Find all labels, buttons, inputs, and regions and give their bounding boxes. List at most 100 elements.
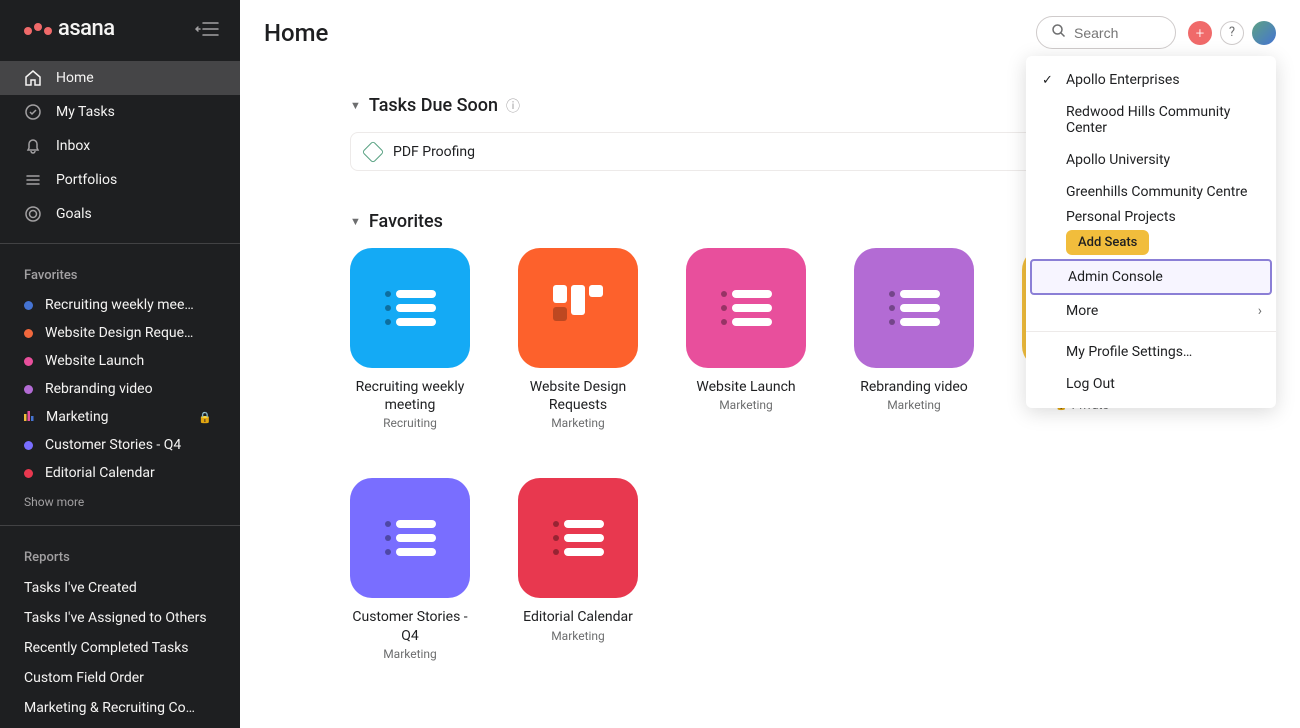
logo-text: asana xyxy=(58,16,115,41)
section-title: Tasks Due Soon xyxy=(369,95,498,116)
report-item[interactable]: Tasks I've Assigned to Others xyxy=(0,603,240,633)
task-complete-icon[interactable] xyxy=(362,140,385,163)
project-sub: Marketing xyxy=(551,629,605,643)
nav-my-tasks[interactable]: My Tasks xyxy=(0,95,240,129)
favorites-header: Favorites xyxy=(0,252,240,291)
divider xyxy=(0,243,240,244)
favorite-item[interactable]: Editorial Calendar xyxy=(0,459,240,487)
project-tile xyxy=(350,478,470,598)
admin-console-item[interactable]: Admin Console xyxy=(1030,259,1272,295)
favorite-item[interactable]: Rebranding video xyxy=(0,375,240,403)
section-title: Favorites xyxy=(369,211,443,232)
nav-label: Inbox xyxy=(56,138,90,154)
report-item[interactable]: Recently Completed Tasks xyxy=(0,633,240,663)
report-item[interactable]: Tasks I've Created xyxy=(0,573,240,603)
task-name: PDF Proofing xyxy=(393,144,1065,160)
lock-icon: 🔒 xyxy=(198,411,216,424)
primary-nav: Home My Tasks Inbox Portfolios Goals xyxy=(0,57,240,235)
bell-icon xyxy=(24,137,42,155)
reports-list: Tasks I've Created Tasks I've Assigned t… xyxy=(0,573,240,723)
project-sub: Recruiting xyxy=(383,416,437,430)
nav-goals[interactable]: Goals xyxy=(0,197,240,231)
divider xyxy=(1026,331,1276,332)
project-sub: Marketing xyxy=(887,398,941,412)
main: Home + ? ▼ Tasks Due Soon ⓘ xyxy=(240,0,1300,728)
dot-icon xyxy=(24,469,33,478)
project-name: Editorial Calendar xyxy=(523,608,633,626)
dot-icon xyxy=(24,301,33,310)
dot-icon xyxy=(24,329,33,338)
workspace-item[interactable]: Personal Projects xyxy=(1026,208,1276,226)
project-tile xyxy=(518,248,638,368)
show-more-button[interactable]: Show more xyxy=(0,487,240,517)
target-icon xyxy=(24,205,42,223)
favorite-item[interactable]: Customer Stories - Q4 xyxy=(0,431,240,459)
project-tile xyxy=(854,248,974,368)
project-tile xyxy=(350,248,470,368)
dot-icon xyxy=(24,385,33,394)
favorites-list: Recruiting weekly mee… Website Design Re… xyxy=(0,291,240,487)
project-sub: Marketing xyxy=(383,647,437,661)
nav-label: Goals xyxy=(56,206,92,222)
info-icon[interactable]: ⓘ xyxy=(506,96,520,116)
workspace-item[interactable]: Redwood Hills Community Center xyxy=(1026,96,1276,144)
divider xyxy=(0,525,240,526)
project-sub: Marketing xyxy=(719,398,773,412)
project-card[interactable]: Website Design Requests Marketing xyxy=(518,248,638,430)
nav-label: Home xyxy=(56,70,94,86)
nav-portfolios[interactable]: Portfolios xyxy=(0,163,240,197)
reports-header: Reports xyxy=(0,534,240,573)
favorite-item[interactable]: Marketing 🔒 xyxy=(0,403,240,431)
search-input[interactable] xyxy=(1074,25,1154,41)
project-card[interactable]: Editorial Calendar Marketing xyxy=(518,478,638,660)
project-tile xyxy=(518,478,638,598)
caret-down-icon: ▼ xyxy=(350,215,361,228)
more-item[interactable]: More › xyxy=(1026,295,1276,327)
search-box[interactable] xyxy=(1036,16,1176,49)
profile-settings-item[interactable]: My Profile Settings… xyxy=(1026,336,1276,368)
favorite-item[interactable]: Website Launch xyxy=(0,347,240,375)
nav-label: Portfolios xyxy=(56,172,117,188)
dot-icon xyxy=(24,357,33,366)
report-item[interactable]: Marketing & Recruiting Co… xyxy=(0,693,240,723)
nav-home[interactable]: Home xyxy=(0,61,240,95)
help-button[interactable]: ? xyxy=(1220,21,1244,45)
log-out-item[interactable]: Log Out xyxy=(1026,368,1276,400)
project-name: Website Design Requests xyxy=(518,378,638,414)
project-name: Rebranding video xyxy=(860,378,968,396)
project-card[interactable]: Rebranding video Marketing xyxy=(854,248,974,430)
sidebar-header: asana xyxy=(0,0,240,57)
bars-icon xyxy=(24,171,42,189)
project-card[interactable]: Recruiting weekly meeting Recruiting xyxy=(350,248,470,430)
topbar-actions: + ? xyxy=(1188,21,1276,45)
favorite-item[interactable]: Recruiting weekly mee… xyxy=(0,291,240,319)
caret-down-icon: ▼ xyxy=(350,99,361,112)
project-name: Website Launch xyxy=(696,378,795,396)
chevron-right-icon: › xyxy=(1258,303,1262,319)
user-menu-dropdown: Apollo Enterprises Redwood Hills Communi… xyxy=(1026,56,1276,408)
project-name: Recruiting weekly meeting xyxy=(350,378,470,414)
report-item[interactable]: Custom Field Order xyxy=(0,663,240,693)
nav-inbox[interactable]: Inbox xyxy=(0,129,240,163)
workspace-item[interactable]: Apollo Enterprises xyxy=(1026,64,1276,96)
project-card[interactable]: Website Launch Marketing xyxy=(686,248,806,430)
add-seats-button[interactable]: Add Seats xyxy=(1066,230,1149,255)
dot-icon xyxy=(24,441,33,450)
search-icon xyxy=(1051,23,1066,42)
bars-icon xyxy=(24,409,34,425)
logo-icon xyxy=(24,23,52,35)
project-tile xyxy=(686,248,806,368)
project-sub: Marketing xyxy=(551,416,605,430)
collapse-sidebar-button[interactable] xyxy=(194,20,220,38)
add-button[interactable]: + xyxy=(1188,21,1212,45)
project-card[interactable]: Customer Stories - Q4 Marketing xyxy=(350,478,470,660)
project-name: Customer Stories - Q4 xyxy=(350,608,470,644)
avatar[interactable] xyxy=(1252,21,1276,45)
workspace-item[interactable]: Apollo University xyxy=(1026,144,1276,176)
workspace-item[interactable]: Greenhills Community Centre xyxy=(1026,176,1276,208)
page-title: Home xyxy=(264,19,328,47)
sidebar: asana Home My Tasks Inbox Portfolios xyxy=(0,0,240,728)
nav-label: My Tasks xyxy=(56,104,115,120)
favorite-item[interactable]: Website Design Reque… xyxy=(0,319,240,347)
logo[interactable]: asana xyxy=(24,16,115,41)
